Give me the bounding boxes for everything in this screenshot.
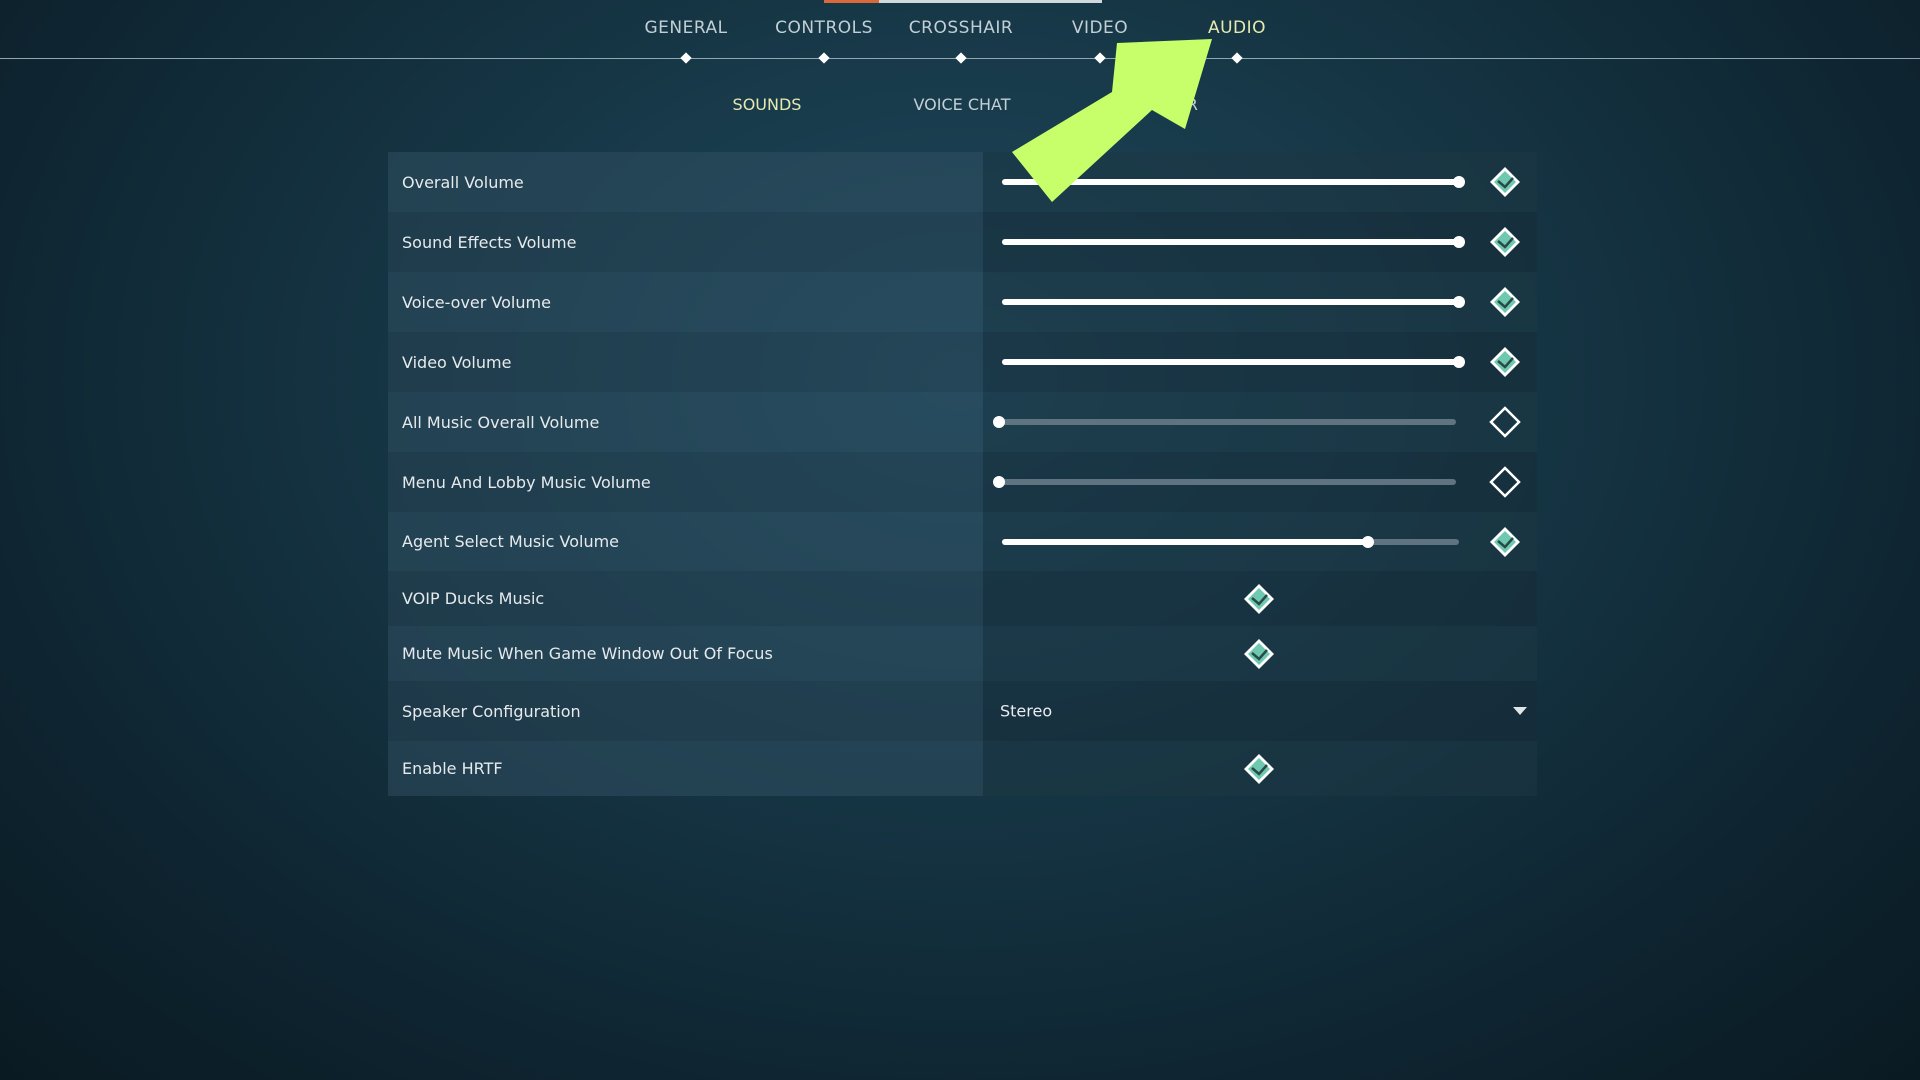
tab-audio[interactable]: AUDIO (1208, 18, 1266, 38)
diamond-empty-icon[interactable] (1488, 405, 1522, 439)
setting-label: Sound Effects Volume (388, 212, 983, 272)
slider-thumb[interactable] (993, 416, 1005, 428)
setting-control (983, 212, 1537, 272)
volume-slider[interactable] (1002, 236, 1465, 248)
setting-label: Enable HRTF (388, 741, 983, 796)
tab-video[interactable]: VIDEO (1072, 18, 1128, 38)
setting-label: Menu And Lobby Music Volume (388, 452, 983, 512)
setting-control (983, 741, 1537, 796)
setting-row: Menu And Lobby Music Volume (388, 452, 1537, 512)
slider-thumb[interactable] (1453, 356, 1465, 368)
setting-row: Speaker Configuration Stereo (388, 681, 1537, 741)
slider-fill (1002, 359, 1459, 365)
caret-down-icon[interactable] (1513, 707, 1527, 715)
slider-thumb[interactable] (1453, 236, 1465, 248)
diamond-check-icon[interactable] (1488, 345, 1522, 379)
volume-slider[interactable] (993, 476, 1456, 488)
slider-fill (1002, 239, 1459, 245)
tab-marker (1094, 52, 1106, 64)
diamond-check-icon[interactable] (1488, 165, 1522, 199)
setting-control (983, 512, 1537, 571)
diamond-check-icon[interactable] (1488, 285, 1522, 319)
setting-row: All Music Overall Volume (388, 392, 1537, 452)
volume-slider[interactable] (1002, 536, 1459, 548)
diamond-check-icon[interactable] (1242, 637, 1276, 671)
setting-control (983, 392, 1537, 452)
setting-row: Voice-over Volume (388, 272, 1537, 332)
diamond-empty-icon[interactable] (1488, 465, 1522, 499)
setting-row: Sound Effects Volume (388, 212, 1537, 272)
setting-label: VOIP Ducks Music (388, 571, 983, 626)
slider-fill (1002, 179, 1459, 185)
diamond-check-icon[interactable] (1242, 582, 1276, 616)
tab-marker (1231, 52, 1243, 64)
setting-control (983, 571, 1537, 626)
setting-label: Video Volume (388, 332, 983, 392)
volume-slider[interactable] (1002, 176, 1465, 188)
diamond-check-icon[interactable] (1242, 752, 1276, 786)
subtab-voice-chat[interactable]: VOICE CHAT (913, 95, 1010, 114)
setting-label: Mute Music When Game Window Out Of Focus (388, 626, 983, 681)
slider-thumb[interactable] (1453, 296, 1465, 308)
slider-thumb[interactable] (1361, 536, 1374, 548)
tab-controls[interactable]: CONTROLS (775, 18, 873, 38)
setting-label: Agent Select Music Volume (388, 512, 983, 571)
speaker-config-dropdown[interactable]: Stereo (983, 681, 1537, 741)
tab-marker (680, 52, 692, 64)
setting-control (983, 272, 1537, 332)
dropdown-value: Stereo (1000, 701, 1053, 721)
setting-control (983, 452, 1537, 512)
slider-fill (1002, 299, 1459, 305)
setting-row: VOIP Ducks Music (388, 571, 1537, 626)
active-tab-indicator (824, 0, 879, 3)
setting-label: Voice-over Volume (388, 272, 983, 332)
tab-marker (818, 52, 830, 64)
setting-label: Overall Volume (388, 152, 983, 212)
tab-general[interactable]: GENERAL (644, 18, 727, 38)
volume-slider[interactable] (1002, 356, 1465, 368)
setting-row: Agent Select Music Volume (388, 512, 1537, 571)
subtab-other[interactable]: OTHER (1142, 95, 1198, 114)
setting-row: Overall Volume (388, 152, 1537, 212)
volume-slider[interactable] (1002, 296, 1465, 308)
slider-thumb[interactable] (1453, 176, 1465, 188)
slider-fill (1002, 539, 1368, 545)
setting-row: Mute Music When Game Window Out Of Focus (388, 626, 1537, 681)
setting-control (983, 152, 1537, 212)
tab-crosshair[interactable]: CROSSHAIR (909, 18, 1013, 38)
subtab-sounds[interactable]: SOUNDS (733, 95, 802, 114)
setting-label: All Music Overall Volume (388, 392, 983, 452)
setting-row: Video Volume (388, 332, 1537, 392)
settings-panel: Overall Volume Sound Effects Volume Voice-… (388, 152, 1537, 796)
diamond-check-icon[interactable] (1488, 525, 1522, 559)
slider-thumb[interactable] (993, 476, 1005, 488)
volume-slider[interactable] (993, 416, 1456, 428)
setting-row: Enable HRTF (388, 741, 1537, 796)
tab-marker (955, 52, 967, 64)
tab-indicator-track (879, 0, 1102, 3)
diamond-check-icon[interactable] (1488, 225, 1522, 259)
setting-control (983, 626, 1537, 681)
setting-control (983, 332, 1537, 392)
setting-label: Speaker Configuration (388, 681, 983, 741)
